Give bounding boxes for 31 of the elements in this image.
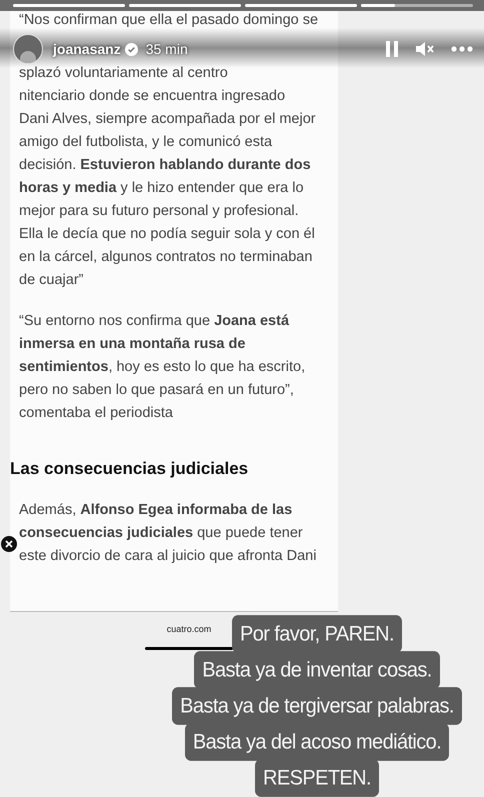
article-text-line: nitenciario donde se encuentra ingresado xyxy=(19,87,286,106)
article-text-line: Ella le decía que no podía seguir sola y con él xyxy=(19,225,315,244)
article-text-line: mejor para su futuro personal y profesional. xyxy=(19,202,299,221)
article-text-line: en la cárcel, algunos contratos no terminaban xyxy=(19,248,312,267)
article-text-line: comentaba el periodista xyxy=(19,404,173,423)
article-text-line: Dani Alves, siempre acompañada por el mejor xyxy=(19,110,316,129)
article-text-line: decisión. Estuvieron hablando durante dos xyxy=(19,156,311,175)
article-text-line: de cuajar” xyxy=(19,271,84,290)
article-text-line: “Su entorno nos confirma que Joana está xyxy=(19,312,290,331)
article-heading: Las consecuencias judiciales xyxy=(10,458,250,480)
text-sticker: Por favor, PAREN. xyxy=(232,615,402,653)
post-time: 35 min xyxy=(146,40,188,58)
article-text-line: Además, Alfonso Egea informaba de las xyxy=(19,501,292,520)
article-text-line: inmersa en una montaña rusa de xyxy=(19,335,246,354)
close-icon[interactable] xyxy=(1,536,17,552)
article-text-line: “Nos confirman que ella el pasado domingo se xyxy=(19,11,318,30)
text-sticker: RESPETEN. xyxy=(255,759,379,797)
more-icon[interactable] xyxy=(451,46,473,52)
pause-icon[interactable] xyxy=(385,41,399,57)
article-text-line: consecuencias judiciales que puede tener xyxy=(19,524,303,543)
link-domain[interactable]: cuatro.com xyxy=(166,622,212,636)
article-text-line: amigo del futbolista, y le comunicó esta xyxy=(19,133,272,152)
text-sticker: Basta ya de inventar cosas. xyxy=(194,651,440,689)
article-text-line: este divorcio de cara al juicio que afronta Dani xyxy=(19,547,316,566)
muted-speaker-icon[interactable] xyxy=(415,41,435,57)
article-text-line: sentimientos, hoy es esto lo que ha escrito, xyxy=(19,358,306,377)
article-text-line: splazó voluntariamente al centro xyxy=(19,64,228,83)
text-sticker: Basta ya del acoso mediático. xyxy=(184,723,450,761)
article-text-line: pero no saben lo que pasará en un futuro”, xyxy=(19,381,294,400)
article-text-line: horas y media y le hizo entender que era lo xyxy=(19,179,304,198)
text-sticker: Basta ya de tergiversar palabras. xyxy=(172,687,462,725)
